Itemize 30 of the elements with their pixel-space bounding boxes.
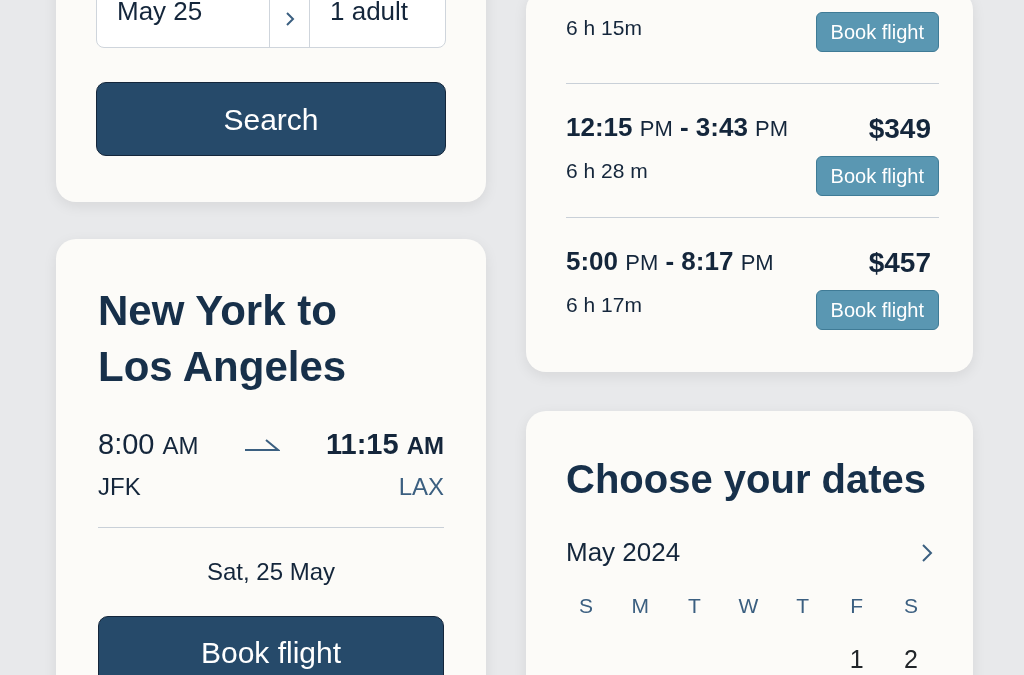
weekday-label: W xyxy=(737,592,760,619)
passengers-value: 1 adult xyxy=(329,0,410,28)
flight-date: Sat, 25 May xyxy=(205,556,337,587)
flight-duration: 6 h 28 m xyxy=(566,157,649,184)
flight-duration: 6 h 15m xyxy=(566,15,642,41)
weekday-label: T xyxy=(686,592,702,619)
flight-title: New York to Los Angeles xyxy=(98,286,348,392)
weekday-label: S xyxy=(902,592,919,619)
depart-time: 8:00 AM xyxy=(98,427,199,462)
month-label: May 2024 xyxy=(566,535,681,569)
calendar-day[interactable]: 2 xyxy=(890,641,931,675)
weekday-label: T xyxy=(795,592,811,619)
flight-duration: 6 h 17m xyxy=(566,292,643,318)
book-flight-button[interactable]: Book flight xyxy=(98,615,444,675)
search-field[interactable]: May 25 1 adult xyxy=(96,0,446,48)
flight-times: 5:00 PM - 8:17 PM xyxy=(566,245,774,278)
arrive-time: 11:15 AM xyxy=(326,427,444,462)
weekday-label: F xyxy=(849,592,865,619)
weekday-label: S xyxy=(578,592,594,619)
flight-price: $349 xyxy=(868,111,931,146)
search-button[interactable]: Search xyxy=(96,82,446,156)
airport-code: LAX xyxy=(398,471,444,502)
weekday-label: M xyxy=(630,592,650,619)
flight-times: 12:15 PM - 3:43 PM xyxy=(566,110,789,144)
calendar-day[interactable]: 1 xyxy=(836,641,877,675)
airport-code: JFK xyxy=(98,471,141,502)
calendar-title: Choose your dates xyxy=(566,455,928,503)
chevron-right-icon xyxy=(284,11,295,27)
flight-price: $457 xyxy=(868,246,931,280)
date-value: May 25 xyxy=(97,0,270,47)
